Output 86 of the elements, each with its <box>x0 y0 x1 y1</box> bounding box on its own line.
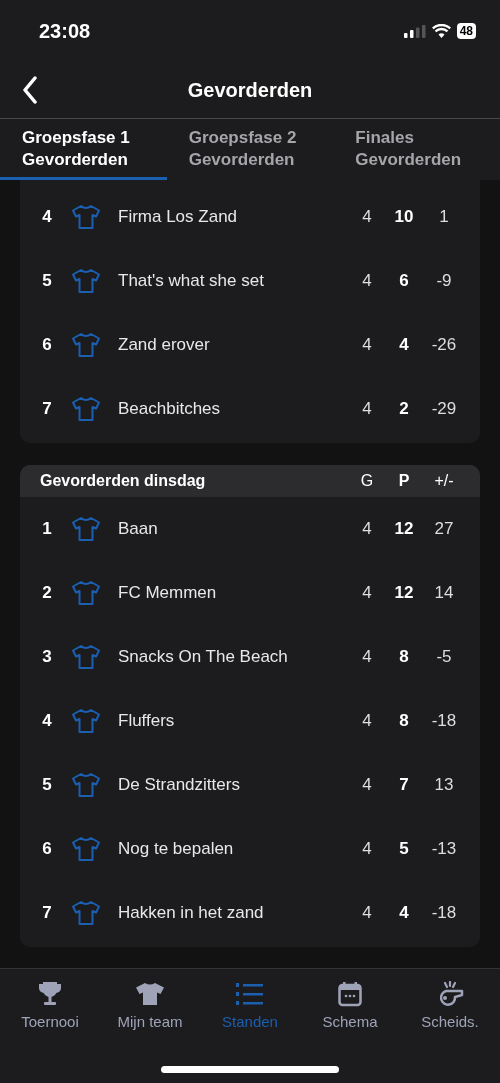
points: 4 <box>398 335 410 355</box>
rank: 3 <box>41 647 53 667</box>
column-header: +/- <box>433 472 455 490</box>
tab[interactable]: Finales Gevorderden <box>333 119 500 180</box>
shirt-icon <box>71 580 101 606</box>
column-header: P <box>397 472 411 490</box>
team-name: That's what she set <box>118 271 265 291</box>
goal-difference: 14 <box>433 583 455 603</box>
team-name: De Strandzitters <box>118 775 241 795</box>
team-name: Snacks On The Beach <box>118 647 289 667</box>
team-name: Zand erover <box>118 335 211 355</box>
signal-icon <box>403 24 426 38</box>
team-name: Beachbitches <box>118 399 222 419</box>
team-name: Baan <box>118 519 159 539</box>
shirt-icon <box>71 332 101 358</box>
points: 4 <box>398 903 410 923</box>
wifi-icon <box>431 24 451 38</box>
points: 7 <box>398 775 410 795</box>
goal-difference: -29 <box>430 399 458 419</box>
points: 5 <box>398 839 410 859</box>
games-played: 4 <box>361 583 373 603</box>
games-played: 4 <box>361 903 373 923</box>
points: 8 <box>398 711 410 731</box>
goal-difference: -26 <box>430 335 458 355</box>
shirt-icon <box>71 396 101 422</box>
rank: 6 <box>41 335 53 355</box>
shirt-icon <box>71 516 101 542</box>
shirt-icon <box>71 900 101 926</box>
games-played: 4 <box>361 647 373 667</box>
rank: 7 <box>41 903 53 923</box>
team-name: FC Memmen <box>118 583 218 603</box>
tab-bar-item[interactable]: Toernooi <box>0 981 100 1030</box>
goal-difference: -18 <box>430 711 458 731</box>
games-played: 4 <box>361 271 373 291</box>
page-title: Gevorderden <box>187 78 313 102</box>
rank: 5 <box>41 271 53 291</box>
rank: 6 <box>41 839 53 859</box>
games-played: 4 <box>361 711 373 731</box>
team-name: Nog te bepalen <box>118 839 235 859</box>
tab-bar-item[interactable]: Mijn team <box>100 981 200 1030</box>
points: 12 <box>393 583 415 603</box>
goal-difference: 27 <box>433 519 455 539</box>
rank: 4 <box>41 207 53 227</box>
games-played: 4 <box>361 335 373 355</box>
shirt-icon <box>71 268 101 294</box>
trophy-icon <box>37 981 63 1007</box>
shirt-icon <box>71 836 101 862</box>
goal-difference: -5 <box>435 647 453 667</box>
team-name: Firma Los Zand <box>118 207 239 227</box>
goal-difference: 1 <box>438 207 450 227</box>
points: 8 <box>398 647 410 667</box>
rank: 2 <box>41 583 53 603</box>
games-played: 4 <box>361 775 373 795</box>
shirt-icon <box>71 204 101 230</box>
games-played: 4 <box>361 839 373 859</box>
status-time: 23:08 <box>39 19 91 43</box>
points: 2 <box>398 399 410 419</box>
games-played: 4 <box>361 207 373 227</box>
tab-bar-item[interactable]: Scheids. <box>400 981 500 1030</box>
tab[interactable]: Groepsfase 2 Gevorderden <box>166 119 334 180</box>
tab-bar-item[interactable]: Schema <box>300 981 400 1030</box>
shirt-icon <box>135 981 165 1007</box>
rank: 4 <box>41 711 53 731</box>
shirt-icon <box>71 772 101 798</box>
numbered-list-icon <box>236 981 264 1007</box>
goal-difference: -18 <box>430 903 458 923</box>
shirt-icon <box>71 644 101 670</box>
games-played: 4 <box>361 519 373 539</box>
calendar-icon <box>337 981 363 1007</box>
points: 10 <box>393 207 415 227</box>
rank: 1 <box>41 519 53 539</box>
games-played: 4 <box>361 399 373 419</box>
team-name: Hakken in het zand <box>118 903 265 923</box>
points: 12 <box>393 519 415 539</box>
section-title: Gevorderden dinsdag <box>40 472 207 490</box>
goal-difference: 13 <box>433 775 455 795</box>
goal-difference: -13 <box>430 839 458 859</box>
goal-difference: -9 <box>435 271 453 291</box>
column-header: G <box>359 472 375 490</box>
shirt-icon <box>71 708 101 734</box>
rank: 5 <box>41 775 53 795</box>
rank: 7 <box>41 399 53 419</box>
back-icon[interactable] <box>22 76 38 104</box>
team-name: Fluffers <box>118 711 176 731</box>
battery-icon: 48 <box>456 23 476 39</box>
points: 6 <box>398 271 410 291</box>
